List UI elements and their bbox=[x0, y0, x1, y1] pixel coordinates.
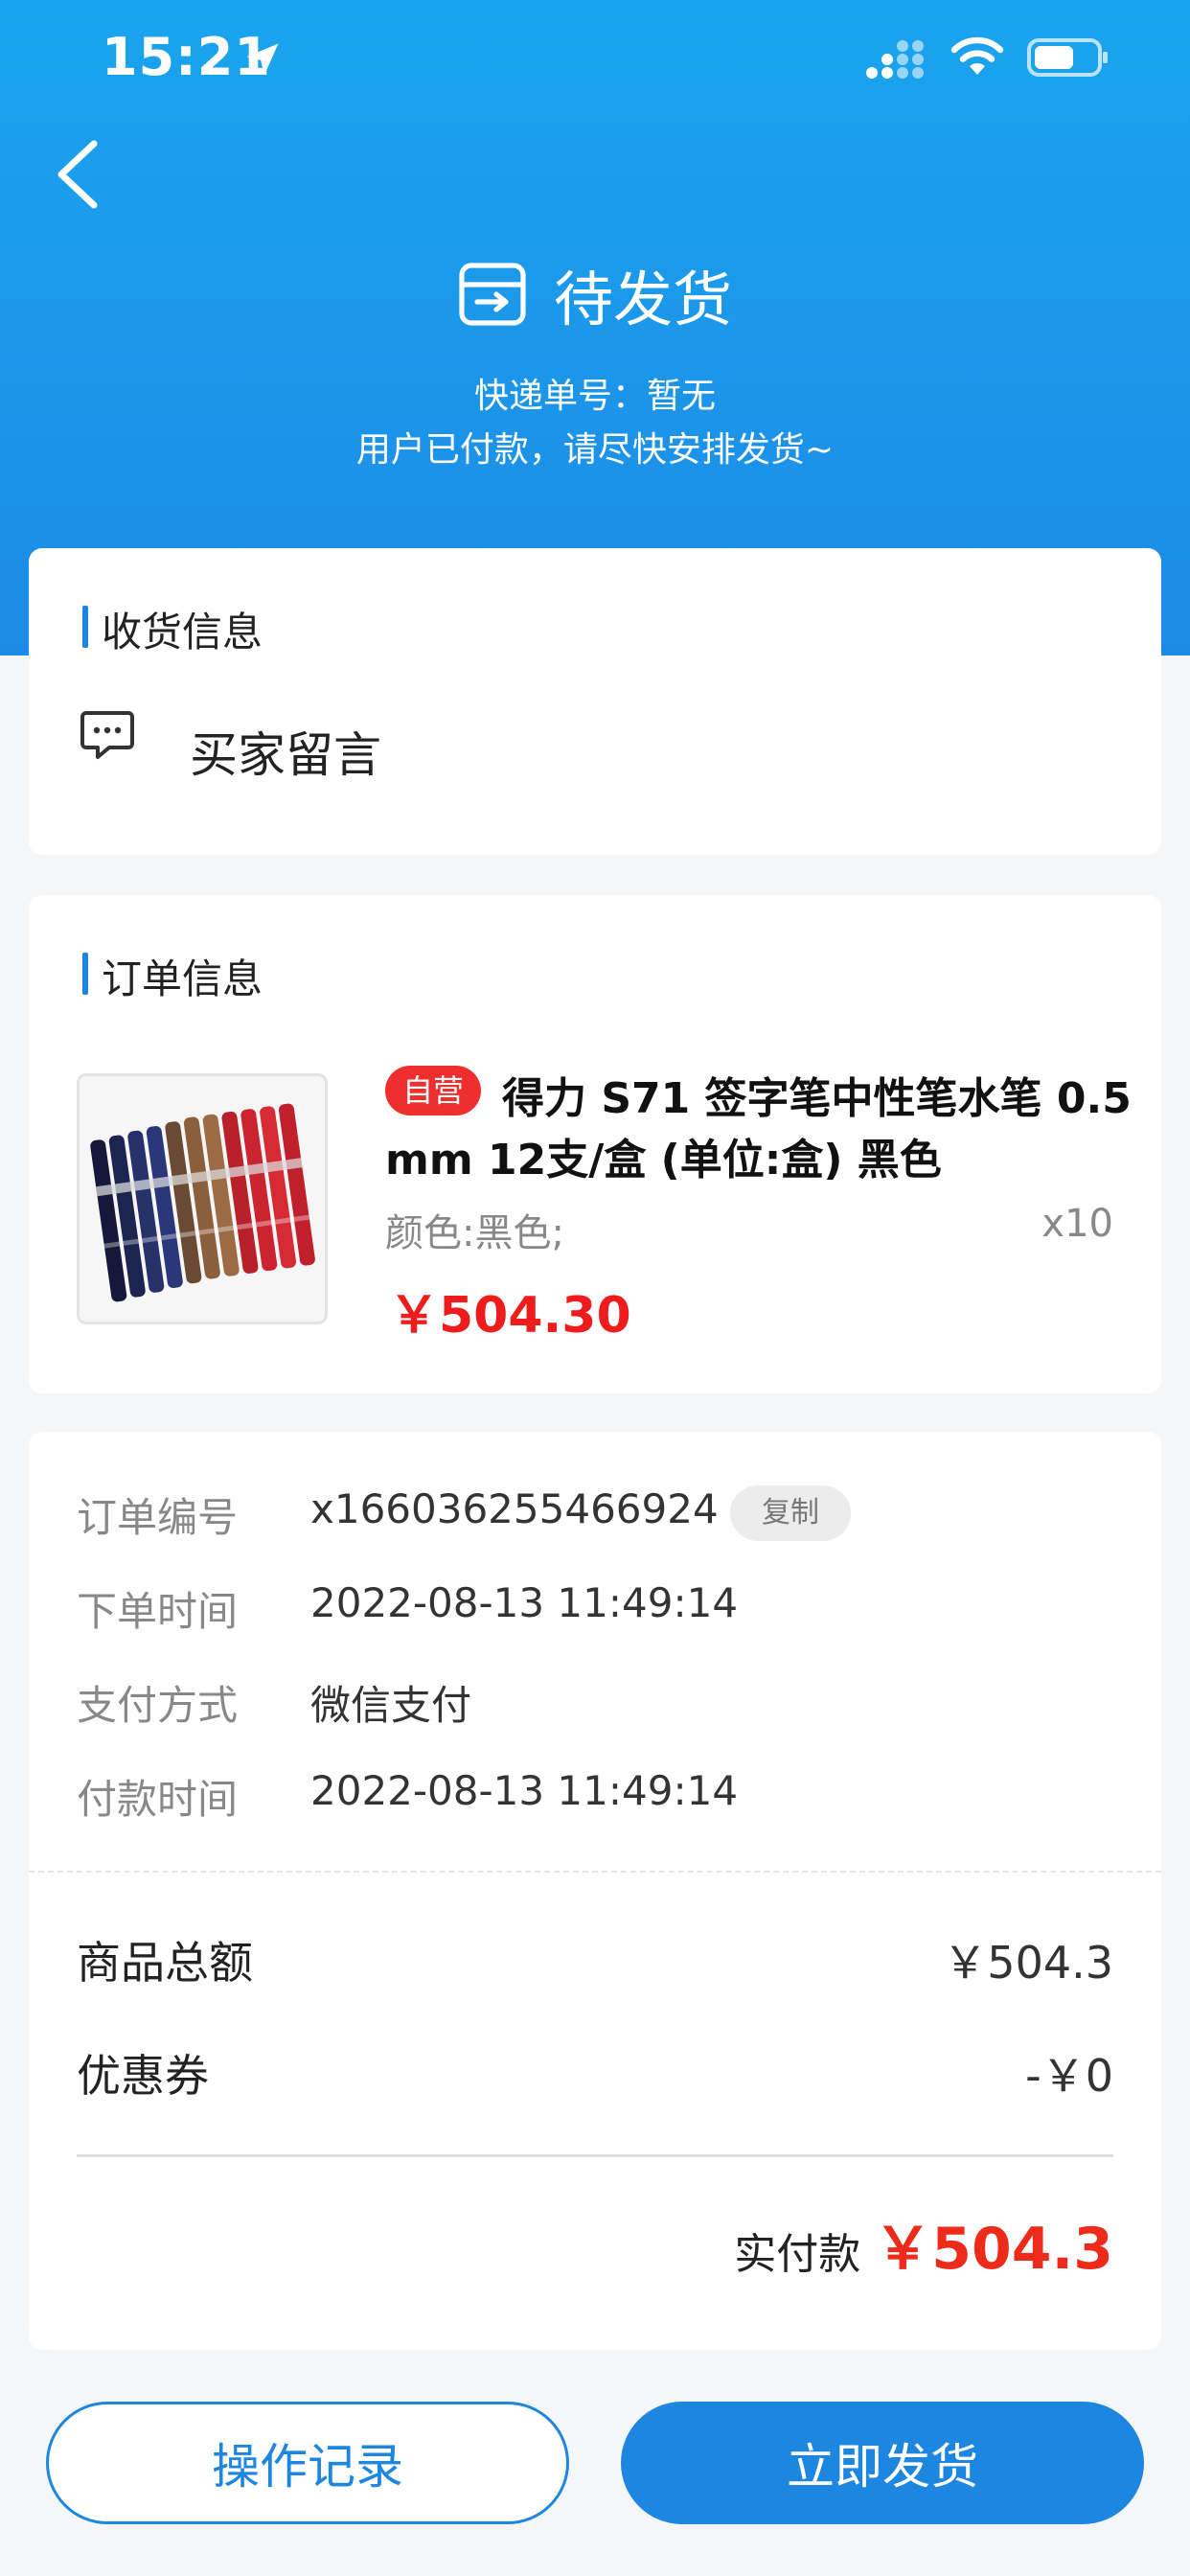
dashed-divider bbox=[29, 1871, 1161, 1873]
status-title-text: 待发货 bbox=[553, 264, 732, 334]
order-number-value: x166036255466924 bbox=[310, 1485, 719, 1532]
cellular-signal-icon bbox=[866, 40, 924, 79]
product-name-line1[interactable]: 得力 S71 签字笔中性笔水笔 0.5 bbox=[502, 1064, 1132, 1125]
order-time-label: 下单时间 bbox=[77, 1588, 239, 1635]
status-bar: 15:21 bbox=[0, 0, 1190, 115]
order-info-card: 订单信息 自营 得力 S71 签字笔中性笔水笔 0.5 mm 12支/盒 (单位 bbox=[29, 895, 1161, 1393]
product-image[interactable] bbox=[77, 1073, 328, 1324]
payment-method-label: 支付方式 bbox=[77, 1682, 239, 1729]
goods-total-value: ￥504.3 bbox=[943, 1937, 1113, 1989]
buyer-message-label[interactable]: 买家留言 bbox=[190, 717, 381, 786]
order-number-label: 订单编号 bbox=[77, 1494, 239, 1541]
message-icon bbox=[80, 711, 134, 759]
battery-icon bbox=[1027, 38, 1108, 77]
operation-log-button[interactable]: 操作记录 bbox=[46, 2402, 569, 2524]
actual-payment-label: 实付款 bbox=[734, 2230, 861, 2279]
product-quantity: x10 bbox=[1041, 1202, 1113, 1246]
order-detail-card: 订单编号 x166036255466924 复制 下单时间 2022-08-13… bbox=[29, 1432, 1161, 2350]
self-operated-badge: 自营 bbox=[385, 1066, 482, 1116]
product-name-line2[interactable]: mm 12支/盒 (单位:盒) 黑色 bbox=[385, 1125, 942, 1186]
wifi-icon bbox=[950, 36, 1004, 75]
actual-payment-row: 实付款 ￥504.3 bbox=[734, 2202, 1113, 2286]
location-arrow-icon bbox=[246, 43, 279, 76]
product-price: ￥504.30 bbox=[389, 1287, 631, 1345]
solid-divider bbox=[77, 2154, 1113, 2157]
copy-button[interactable]: 复制 bbox=[730, 1485, 851, 1541]
ship-now-button[interactable]: 立即发货 bbox=[621, 2402, 1144, 2524]
order-status-title: 待发货 bbox=[0, 251, 1190, 337]
payment-method-value: 微信支付 bbox=[310, 1682, 472, 1729]
receive-section-title: 收货信息 bbox=[82, 600, 263, 658]
ship-hint-text: 用户已付款，请尽快安排发货~ bbox=[355, 430, 835, 470]
coupon-label: 优惠券 bbox=[77, 2050, 209, 2102]
payment-time-label: 付款时间 bbox=[77, 1776, 239, 1823]
back-arrow-icon[interactable] bbox=[48, 138, 105, 211]
goods-total-label: 商品总额 bbox=[77, 1937, 253, 1989]
product-spec: 颜色:黑色; bbox=[385, 1211, 564, 1255]
pens-illustration bbox=[80, 1076, 325, 1322]
payment-time-value: 2022-08-13 11:49:14 bbox=[310, 1767, 739, 1814]
order-section-title: 订单信息 bbox=[82, 947, 263, 1005]
coupon-value: -￥0 bbox=[1025, 2050, 1113, 2102]
tracking-number-text: 快递单号：暂无 bbox=[473, 377, 716, 416]
receive-info-card: 收货信息 买家留言 bbox=[29, 548, 1161, 855]
order-time-value: 2022-08-13 11:49:14 bbox=[310, 1579, 739, 1626]
shipping-box-icon bbox=[459, 263, 526, 326]
actual-payment-value: ￥504.3 bbox=[874, 2216, 1113, 2283]
